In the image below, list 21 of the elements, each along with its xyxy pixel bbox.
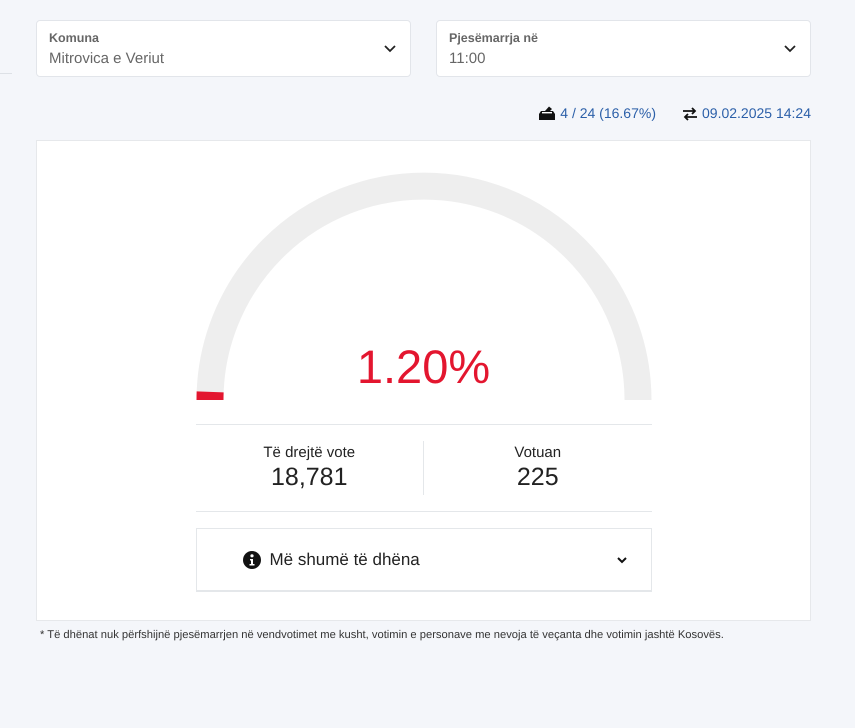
info-icon bbox=[242, 550, 260, 568]
more-data-button[interactable]: Më shumë të dhëna bbox=[196, 528, 652, 592]
dropdown[interactable]: Komuna Mitrovica e Veriut bbox=[36, 20, 411, 77]
footnote: * Të dhënat nuk përfshijnë pjesëmarrjen në vendvotimet me kusht, votimin e personave me nevoja të veçanta dhe votimin jashtë Kosovës. bbox=[40, 629, 725, 641]
dropdown-value: 11:00 bbox=[449, 50, 486, 66]
stat-label: Votuan bbox=[514, 444, 562, 461]
chevron-down-icon bbox=[616, 556, 626, 564]
dropdown-label: Komuna bbox=[49, 30, 100, 44]
stations-count: 4 / 24 (16.67%) bbox=[560, 105, 656, 121]
dropdown[interactable]: Pjesëmarrja në 11:00 bbox=[436, 20, 811, 77]
chevron-down-icon bbox=[384, 44, 396, 52]
update-time: 09.02.2025 14:24 bbox=[702, 105, 811, 121]
dropdown-label: Pjesëmarrja në bbox=[449, 30, 538, 44]
chevron-down-icon bbox=[784, 44, 796, 52]
stat-value: 225 bbox=[516, 463, 559, 492]
dropdown-value: Mitrovica e Veriut bbox=[49, 50, 164, 66]
swap-arrows-icon bbox=[682, 106, 698, 120]
ballot-box-icon bbox=[538, 106, 556, 120]
stat-label: Të drejtë vote bbox=[263, 444, 356, 461]
stat-value: 18,781 bbox=[271, 463, 348, 492]
turnout-percentage: 1.20% bbox=[356, 339, 490, 394]
